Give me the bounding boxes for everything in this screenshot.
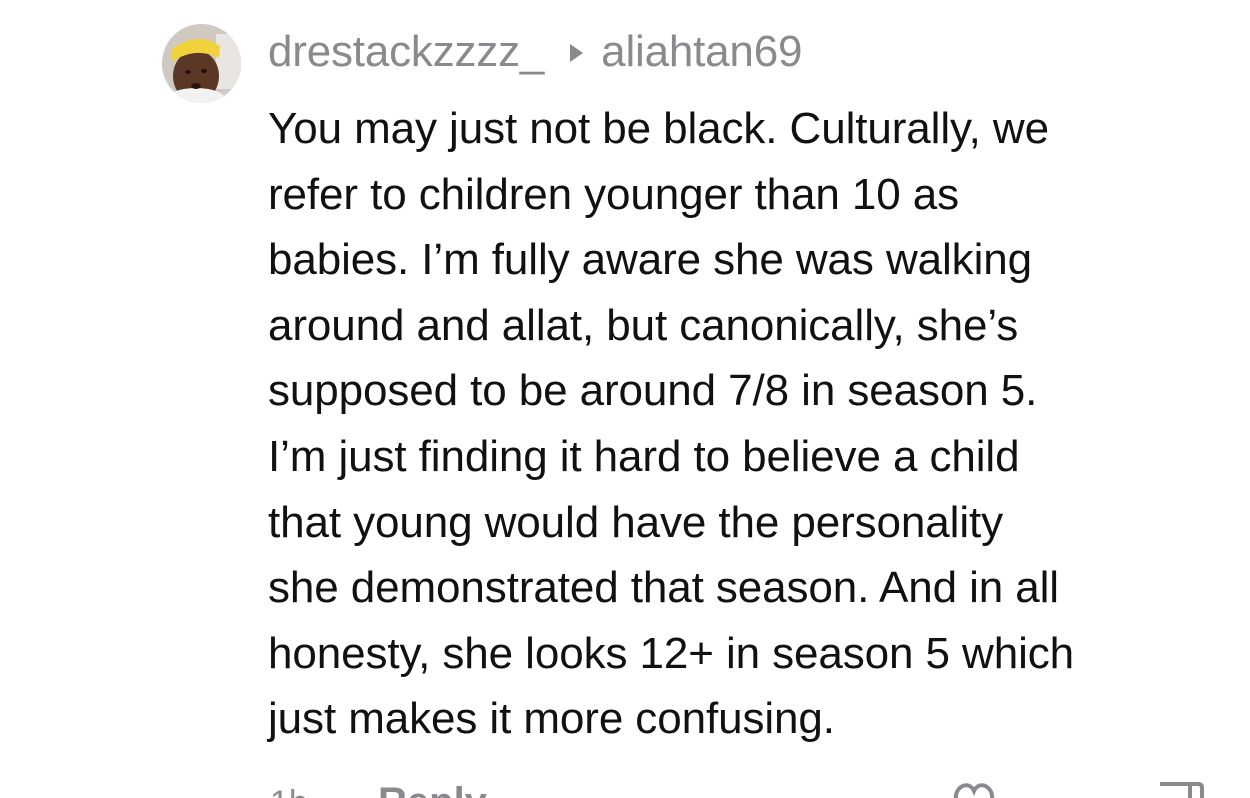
avatar-image xyxy=(162,24,241,103)
comment-line: babies. I’m fully aware she was walking xyxy=(268,235,1032,285)
comment-text: You may just not be black. Culturally, w… xyxy=(268,96,1238,752)
comment-line: honesty, she looks 12+ in season 5 which xyxy=(268,628,1075,678)
reply-to-user[interactable]: aliahtan69 xyxy=(601,27,802,77)
comment-line: I’m just finding it hard to believe a ch… xyxy=(268,431,1020,481)
comment-line: just makes it more confusing. xyxy=(268,694,835,744)
comment-footer: 1h Reply xyxy=(268,778,1228,798)
reply-button[interactable]: Reply xyxy=(378,780,487,798)
comment-line: that young would have the personality xyxy=(268,497,1004,547)
dislike-icon[interactable] xyxy=(1154,780,1208,798)
comment-line: she demonstrated that season. And in all xyxy=(268,563,1059,613)
comment-line: supposed to be around 7/8 in season 5. xyxy=(268,366,1038,416)
comment-line: refer to children younger than 10 as xyxy=(268,169,960,219)
comment-author[interactable]: drestackzzzz_ xyxy=(268,27,544,77)
comment-line: You may just not be black. Culturally, w… xyxy=(268,104,1049,153)
comment-timestamp: 1h xyxy=(270,784,308,798)
avatar[interactable] xyxy=(162,24,241,103)
reply-arrow-icon xyxy=(570,44,584,62)
heart-icon[interactable] xyxy=(950,780,998,798)
comment-header: drestackzzzz_ aliahtan69 xyxy=(268,26,802,78)
comment-line: around and allat, but canonically, she’s xyxy=(268,300,1019,350)
